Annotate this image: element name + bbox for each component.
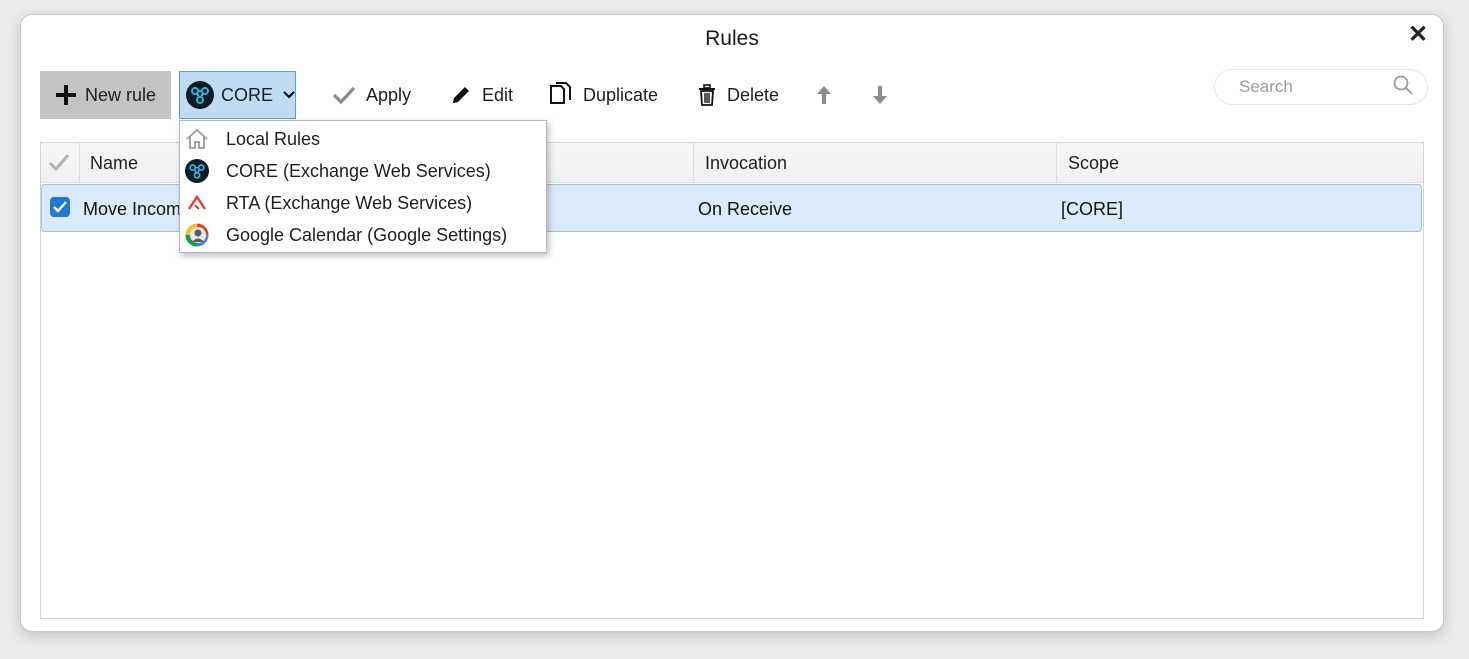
- rule-invocation-cell: On Receive: [698, 199, 793, 219]
- plus-icon: [55, 84, 77, 106]
- move-down-button[interactable]: [872, 71, 888, 119]
- copy-icon: [549, 82, 573, 108]
- pencil-icon: [450, 84, 472, 106]
- core-account-icon: [184, 158, 210, 184]
- search-input[interactable]: [1237, 76, 1381, 98]
- rule-name-cell: Move Incom: [83, 199, 182, 219]
- apply-label: Apply: [366, 84, 412, 105]
- home-icon: [184, 126, 210, 152]
- apply-button[interactable]: Apply: [332, 71, 411, 119]
- menu-item-google-calendar[interactable]: Google Calendar (Google Settings): [180, 219, 546, 251]
- menu-item-label: CORE (Exchange Web Services): [226, 160, 491, 181]
- delete-button[interactable]: Delete: [697, 71, 779, 119]
- menu-item-label: Google Calendar (Google Settings): [226, 224, 508, 245]
- new-rule-button[interactable]: New rule: [40, 71, 171, 119]
- column-header-name[interactable]: Name: [90, 143, 138, 182]
- chevron-down-icon: [282, 90, 296, 100]
- duplicate-label: Duplicate: [583, 84, 659, 105]
- google-account-avatar-icon: [184, 222, 210, 248]
- menu-item-rta[interactable]: RTA (Exchange Web Services): [180, 187, 546, 219]
- rule-enabled-checkbox[interactable]: [50, 197, 70, 217]
- menu-item-local-rules[interactable]: Local Rules: [180, 123, 546, 155]
- arrow-up-icon: [816, 85, 832, 105]
- select-all-checkmark-icon[interactable]: [48, 152, 70, 177]
- dialog-title: Rules: [705, 27, 759, 50]
- rules-dialog: Rules ✕ New rule CORE Apply Edit Duplica…: [20, 14, 1444, 632]
- account-dropdown-menu: Local Rules CORE (Exchange Web Services)…: [179, 120, 547, 253]
- account-selector-label: CORE: [221, 84, 274, 105]
- column-separator: [693, 143, 694, 182]
- trash-icon: [697, 84, 717, 106]
- menu-item-core[interactable]: CORE (Exchange Web Services): [180, 155, 546, 187]
- column-header-invocation[interactable]: Invocation: [705, 143, 787, 182]
- arrow-down-icon: [872, 85, 888, 105]
- search-box: [1214, 69, 1428, 105]
- edit-label: Edit: [482, 84, 514, 105]
- column-separator: [1056, 143, 1057, 182]
- checkmark-icon: [332, 85, 356, 105]
- search-icon[interactable]: [1393, 75, 1413, 100]
- menu-item-label: Local Rules: [226, 128, 321, 149]
- core-account-icon: [186, 81, 214, 109]
- duplicate-button[interactable]: Duplicate: [549, 71, 658, 119]
- edit-button[interactable]: Edit: [450, 71, 513, 119]
- close-icon[interactable]: ✕: [1407, 23, 1429, 47]
- account-selector-button[interactable]: CORE: [179, 71, 296, 119]
- column-header-scope[interactable]: Scope: [1068, 143, 1119, 182]
- delete-label: Delete: [727, 84, 780, 105]
- column-separator: [79, 143, 80, 182]
- move-up-button[interactable]: [816, 71, 832, 119]
- menu-item-label: RTA (Exchange Web Services): [226, 192, 473, 213]
- rta-account-icon: [184, 190, 210, 216]
- new-rule-label: New rule: [84, 84, 157, 105]
- rule-scope-cell: [CORE]: [1061, 199, 1124, 219]
